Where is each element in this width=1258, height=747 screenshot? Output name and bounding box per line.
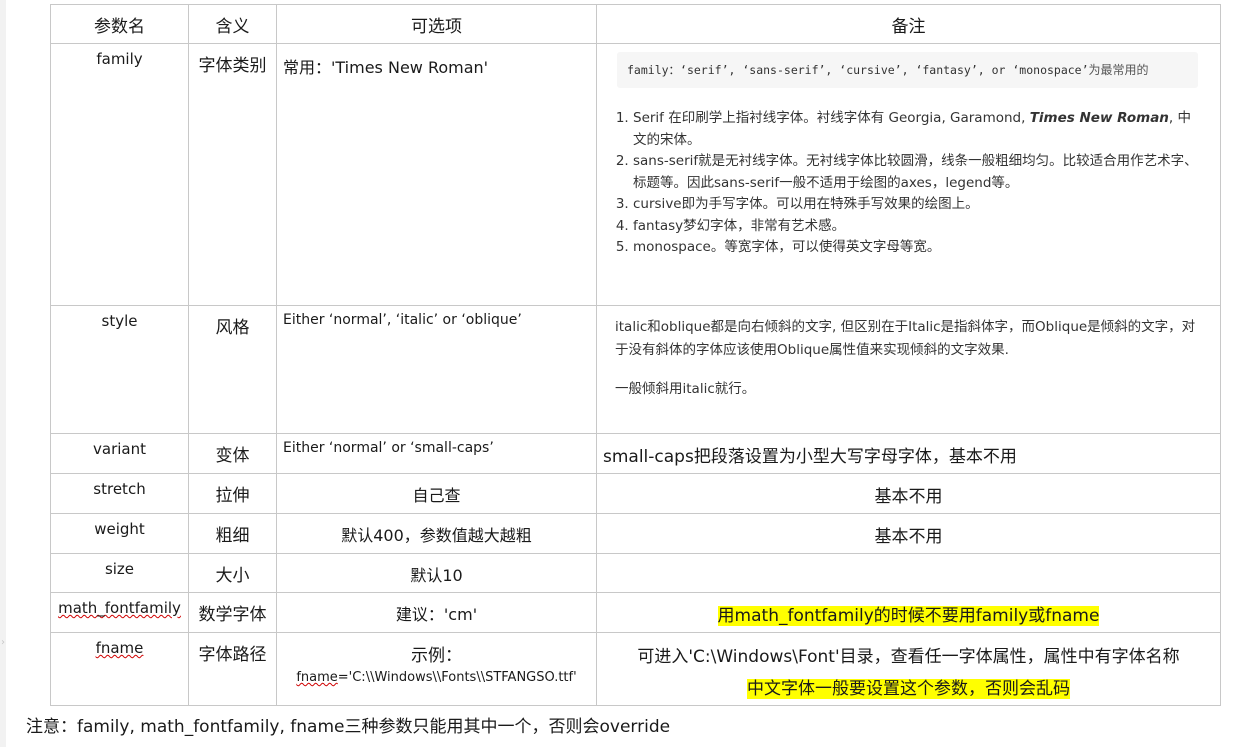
- table-row-stretch: stretch 拉伸 自己查 基本不用: [50, 473, 1221, 514]
- table-row-weight: weight 粗细 默认400，参数值越大越粗 基本不用: [50, 513, 1221, 554]
- param-name: family: [50, 43, 189, 306]
- header-remarks: 备注: [596, 4, 1221, 44]
- param-options: 常用：'Times New Roman': [276, 43, 597, 306]
- list-item: monospace。等宽字体，可以使得英文字母等宽。: [633, 237, 1198, 259]
- example-code: fname='C:\\Windows\\Fonts\\STFANGSO.ttf': [296, 670, 577, 685]
- param-name: math_fontfamily: [50, 592, 189, 633]
- param-name: style: [50, 305, 189, 434]
- param-name: weight: [50, 513, 189, 554]
- table-row-variant: variant 变体 Either ‘normal’ or ‘small-cap…: [50, 433, 1221, 474]
- table-header-row: 参数名 含义 可选项 备注: [50, 4, 1221, 44]
- param-meaning: 字体类别: [188, 43, 277, 306]
- param-meaning: 风格: [188, 305, 277, 434]
- list-item: sans-serif就是无衬线字体。无衬线字体比较圆滑，线条一般粗细均匀。比较适…: [633, 151, 1198, 194]
- list-item: fantasy梦幻字体，非常有艺术感。: [633, 216, 1198, 238]
- font-params-table: 参数名 含义 可选项 备注 family 字体类别 常用：'Times New …: [50, 4, 1221, 706]
- table-row-math-fontfamily: math_fontfamily 数学字体 建议：'cm' 用math_fontf…: [50, 592, 1221, 633]
- list-item: Serif 在印刷学上指衬线字体。衬线字体有 Georgia, Garamond…: [633, 108, 1198, 151]
- param-options: 默认10: [276, 553, 597, 593]
- code-text: family：‘serif’, ‘sans-serif’, ‘cursive’,…: [627, 63, 1089, 77]
- header-options: 可选项: [276, 4, 597, 44]
- param-remark: 基本不用: [596, 473, 1221, 514]
- table-row-size: size 大小 默认10: [50, 553, 1221, 593]
- param-name: variant: [50, 433, 189, 474]
- param-remark: 可进入'C:\Windows\Font'目录，查看任一字体属性，属性中有字体名称…: [596, 632, 1221, 706]
- param-options: 示例： fname='C:\\Windows\\Fonts\\STFANGSO.…: [276, 632, 597, 706]
- header-name: 参数名: [50, 4, 189, 44]
- collapse-caret-icon[interactable]: ›: [1, 637, 5, 648]
- remark-line: 可进入'C:\Windows\Font'目录，查看任一字体属性，属性中有字体名称: [637, 647, 1180, 667]
- param-name: stretch: [50, 473, 189, 514]
- remark-paragraph: italic和oblique都是向右倾斜的文字, 但区别在于Italic是指斜体…: [615, 319, 1196, 358]
- code-suffix: 为最常用的: [1088, 63, 1149, 77]
- param-remark: 用math_fontfamily的时候不要用family或fname: [596, 592, 1221, 633]
- spellcheck-underlined-text: fname: [95, 639, 144, 657]
- table-row-family: family 字体类别 常用：'Times New Roman' family：…: [50, 43, 1221, 306]
- param-name: fname: [50, 632, 189, 706]
- emphasis-text: Times New Roman: [1029, 110, 1169, 126]
- param-remark: family：‘serif’, ‘sans-serif’, ‘cursive’,…: [596, 43, 1221, 306]
- example-label: 示例：: [411, 646, 462, 666]
- param-options: Either ‘normal’, ‘italic’ or ‘oblique’: [276, 305, 597, 434]
- left-gutter: [0, 0, 6, 747]
- highlighted-text: 中文字体一般要设置这个参数，否则会乱码: [747, 679, 1070, 699]
- list-item: cursive即为手写字体。可以用在特殊手写效果的绘图上。: [633, 194, 1198, 216]
- param-remark: [596, 553, 1221, 593]
- param-remark: small-caps把段落设置为小型大写字母字体，基本不用: [596, 433, 1221, 474]
- param-options: 建议：'cm': [276, 592, 597, 633]
- param-remark: italic和oblique都是向右倾斜的文字, 但区别在于Italic是指斜体…: [596, 305, 1221, 434]
- param-options: 默认400，参数值越大越粗: [276, 513, 597, 554]
- header-meaning: 含义: [188, 4, 277, 44]
- param-name: size: [50, 553, 189, 593]
- code-block: family：‘serif’, ‘sans-serif’, ‘cursive’,…: [617, 52, 1198, 88]
- param-remark: 基本不用: [596, 513, 1221, 554]
- table-row-fname: fname 字体路径 示例： fname='C:\\Windows\\Fonts…: [50, 632, 1221, 706]
- param-meaning: 数学字体: [188, 592, 277, 633]
- param-meaning: 大小: [188, 553, 277, 593]
- spellcheck-underlined-text: math_fontfamily: [58, 599, 181, 617]
- param-meaning: 拉伸: [188, 473, 277, 514]
- param-meaning: 粗细: [188, 513, 277, 554]
- remark-line: 中文字体一般要设置这个参数，否则会乱码: [597, 673, 1220, 705]
- table-row-style: style 风格 Either ‘normal’, ‘italic’ or ‘o…: [50, 305, 1221, 434]
- param-meaning: 字体路径: [188, 632, 277, 706]
- remark-paragraph: 一般倾斜用italic就行。: [615, 381, 756, 397]
- param-options: 自己查: [276, 473, 597, 514]
- family-list: Serif 在印刷学上指衬线字体。衬线字体有 Georgia, Garamond…: [617, 108, 1198, 259]
- param-options: Either ‘normal’ or ‘small-caps’: [276, 433, 597, 474]
- footnote: 注意：family, math_fontfamily, fname三种参数只能用…: [26, 717, 671, 737]
- highlighted-text: 用math_fontfamily的时候不要用family或fname: [717, 606, 1100, 626]
- param-meaning: 变体: [188, 433, 277, 474]
